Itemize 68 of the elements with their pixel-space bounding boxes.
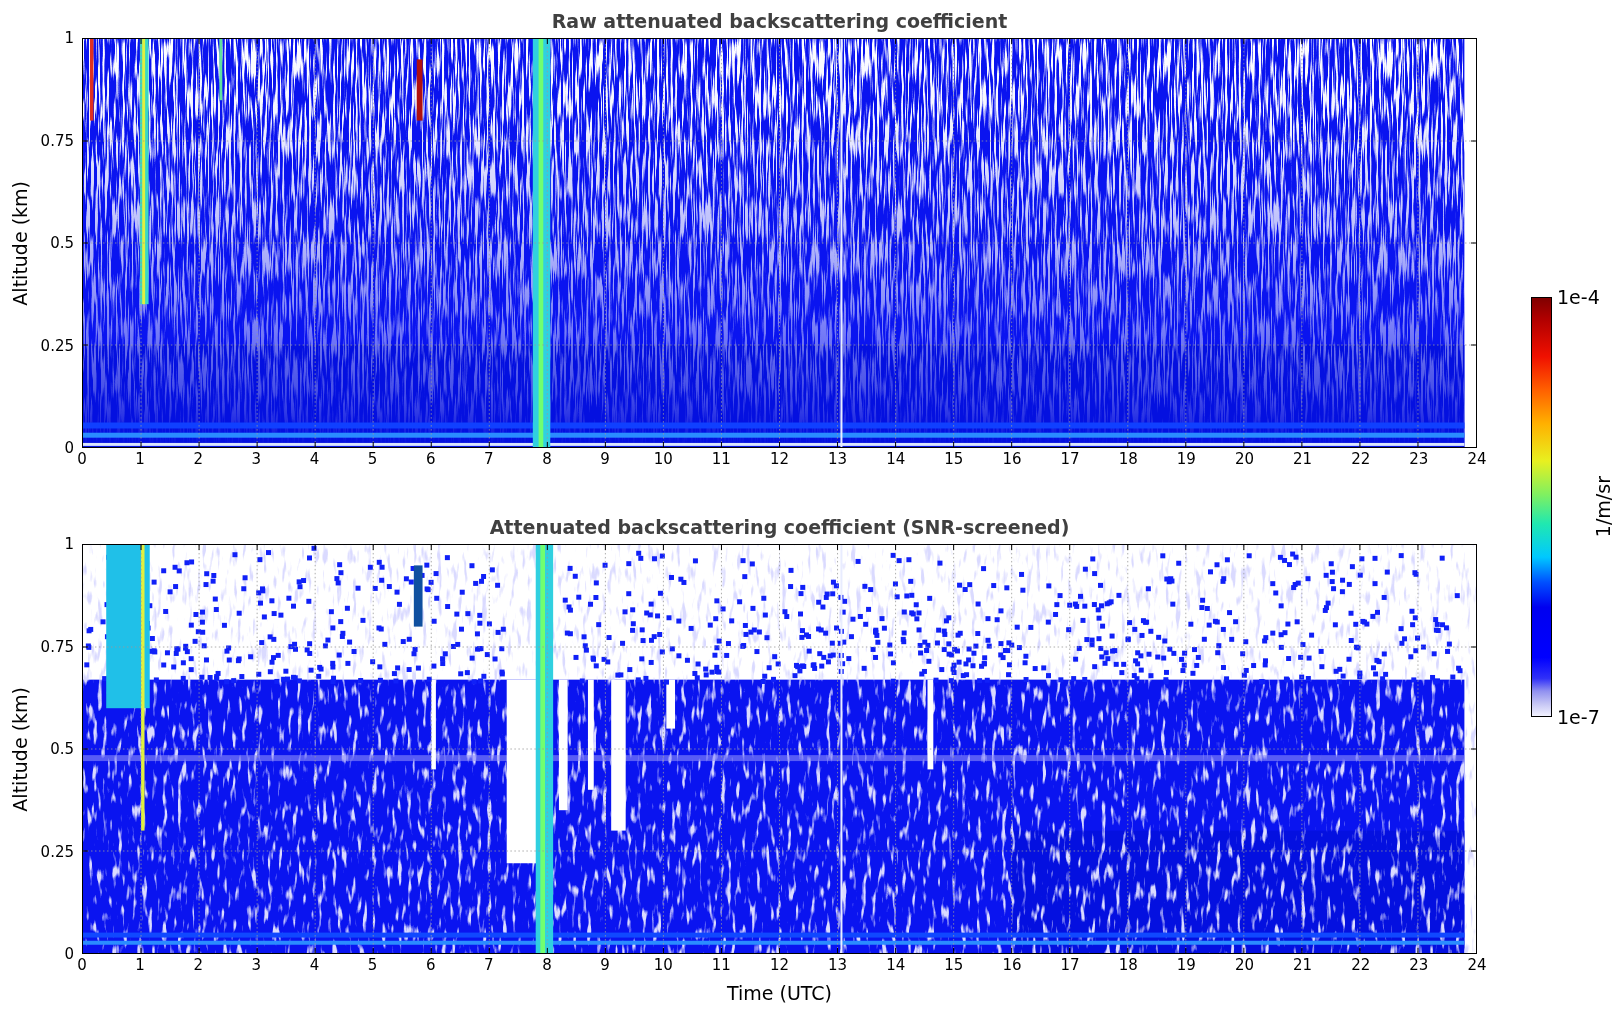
tick-label: 0 — [76, 956, 88, 976]
tick-label: 10 — [652, 956, 674, 976]
tick-label: 3 — [250, 956, 263, 976]
tick-label: 15 — [943, 956, 965, 976]
chart-title: Raw attenuated backscattering coefficient — [551, 10, 1008, 32]
tick-label: 23 — [1408, 956, 1430, 976]
tick-label: 4 — [308, 956, 321, 976]
tick-label: 3 — [250, 450, 263, 470]
tick-label: 8 — [541, 450, 553, 470]
tick-label: 6 — [424, 956, 437, 976]
tick-label: 0.5 — [50, 740, 74, 758]
tick-label: 0 — [64, 439, 74, 457]
tick-label: 18 — [1117, 450, 1139, 470]
tick-label: 5 — [366, 450, 379, 470]
tick-label: 11 — [710, 450, 732, 470]
tick-label: 8 — [541, 956, 553, 976]
tick-label: 20 — [1233, 450, 1256, 470]
chart-title: Attenuated backscattering coefficient (SNR-screened) — [489, 516, 1070, 538]
tick-label: 6 — [424, 450, 437, 470]
axis-label: Time (UTC) — [727, 982, 832, 1004]
tick-label: 22 — [1350, 956, 1372, 976]
colorbar-label: 1/m/sr — [1591, 476, 1614, 538]
tick-label: 16 — [1001, 450, 1023, 470]
tick-label: 9 — [599, 956, 611, 976]
colorbar-min-label: 1e-7 — [1557, 707, 1600, 727]
tick-label: 4 — [308, 450, 321, 470]
tick-label: 20 — [1233, 956, 1256, 976]
tick-label: 23 — [1408, 450, 1430, 470]
tick-label: 10 — [652, 450, 674, 470]
tick-label: 12 — [768, 956, 791, 976]
tick-label: 0.5 — [50, 234, 74, 252]
tick-label: 7 — [483, 956, 495, 976]
tick-label: 17 — [1059, 956, 1081, 976]
axis-label: Altitude (km) — [9, 180, 31, 306]
tick-label: 1 — [64, 29, 74, 47]
tick-label: 9 — [599, 450, 611, 470]
tick-label: 1 — [64, 535, 74, 553]
tick-label: 0.25 — [40, 842, 74, 861]
tick-label: 19 — [1175, 956, 1197, 976]
tick-label: 11 — [710, 956, 732, 976]
tick-label: 1 — [134, 956, 146, 976]
tick-label: 14 — [885, 450, 907, 470]
tick-label: 21 — [1292, 956, 1314, 976]
tick-label: 16 — [1001, 956, 1023, 976]
tick-label: 0 — [64, 945, 74, 963]
tick-label: 21 — [1292, 450, 1314, 470]
tick-label: 15 — [943, 450, 965, 470]
tick-label: 13 — [827, 450, 849, 470]
tick-label: 7 — [483, 450, 495, 470]
tick-label: 0.75 — [40, 637, 74, 656]
tick-label: 13 — [827, 956, 849, 976]
tick-label: 14 — [885, 956, 907, 976]
tick-label: 2 — [192, 450, 204, 470]
tick-label: 2 — [192, 956, 204, 976]
tick-label: 0 — [76, 450, 88, 470]
tick-label: 0.25 — [40, 336, 74, 355]
tick-label: 5 — [366, 956, 379, 976]
tick-label: 22 — [1350, 450, 1372, 470]
tick-label: 17 — [1059, 450, 1081, 470]
tick-label: 19 — [1175, 450, 1197, 470]
tick-label: 24 — [1466, 450, 1488, 470]
colorbar-max-label: 1e-4 — [1557, 287, 1600, 307]
tick-label: 0.75 — [40, 131, 74, 150]
tick-label: 18 — [1117, 956, 1139, 976]
tick-label: 24 — [1466, 956, 1488, 976]
tick-label: 12 — [768, 450, 791, 470]
axis-label: Altitude (km) — [9, 686, 31, 812]
tick-label: 1 — [134, 450, 146, 470]
